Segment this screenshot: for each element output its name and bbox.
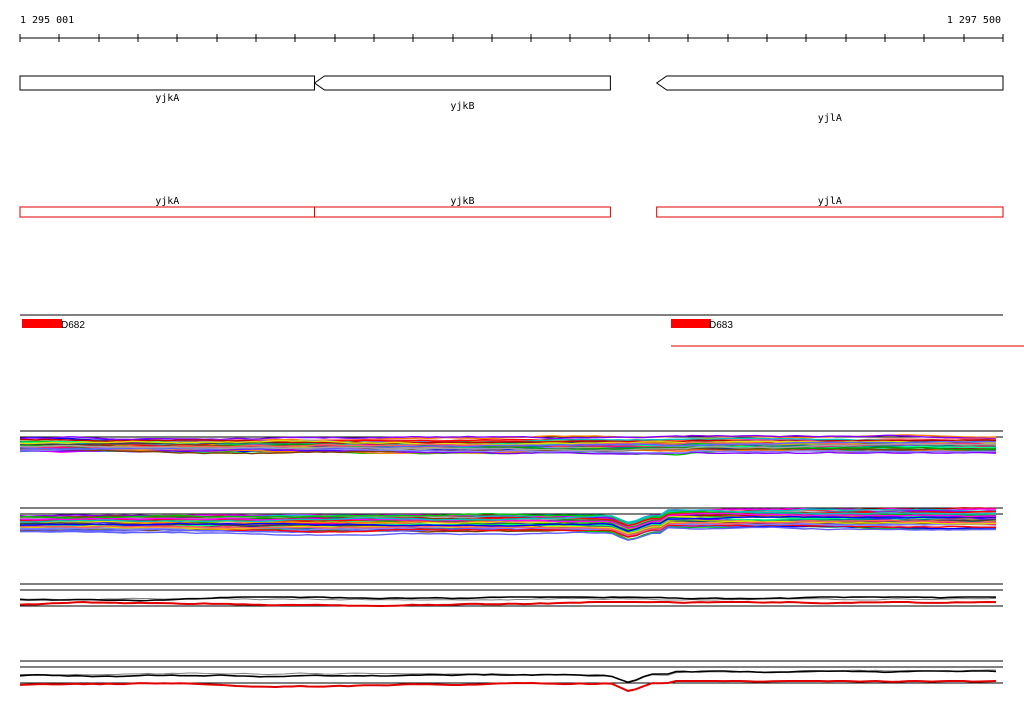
gene-yjla-box-shape[interactable] [656, 206, 1004, 218]
feature-d683-label: D683 [709, 320, 733, 331]
gene-yjkb-box[interactable]: yjkB [314, 196, 611, 218]
gene-yjka-arrow-label: yjkA [155, 93, 179, 104]
gene-yjla-arrow-label: yjlA [818, 113, 842, 124]
ruler-end-label: 1 297 500 [947, 15, 1001, 26]
track-4-red-profile [19, 679, 997, 692]
feature-d682[interactable]: D682 [22, 319, 85, 331]
ruler-start-label: 1 295 001 [20, 15, 74, 26]
gene-yjka-arrow-shape[interactable] [19, 75, 316, 91]
feature-d683[interactable]: D683 [671, 319, 733, 331]
expression-track-1 [19, 430, 1003, 456]
gene-yjla-arrow-shape[interactable] [655, 75, 1004, 91]
track-3-red-profile [19, 600, 997, 608]
gene-yjka-box-shape[interactable] [19, 206, 316, 218]
genome-browser-canvas: 1 295 001 1 297 500 yjkAyjkByjlA yjkA yjk… [19, 15, 1024, 692]
coordinate-ruler: 1 295 001 1 297 500 [19, 15, 1004, 42]
gene-yjkb-arrow-shape[interactable] [313, 75, 611, 91]
gene-yjla-box[interactable]: yjlA [656, 196, 1004, 218]
expression-track-3 [19, 583, 1003, 608]
gene-yjka-box[interactable]: yjkA [19, 196, 316, 218]
gene-yjkb-box-shape[interactable] [314, 206, 611, 218]
gene-yjkb-arrow[interactable]: yjkB [313, 75, 611, 112]
gene-box-track: yjkA yjkB yjlA [19, 196, 1004, 218]
gene-arrow-track: yjkA yjkB yjlA [19, 75, 1004, 124]
gene-yjka-box-label: yjkA [155, 196, 179, 207]
feature-track: D682 D683 [20, 314, 1024, 347]
gene-yjla-box-label: yjlA [818, 196, 842, 207]
feature-d683-bar[interactable] [671, 319, 711, 328]
feature-d682-bar[interactable] [22, 319, 62, 328]
gene-yjkb-box-label: yjkB [450, 196, 474, 207]
gene-yjla-arrow[interactable]: yjlA [655, 75, 1004, 124]
feature-d682-label: D682 [61, 320, 85, 331]
expression-track-4 [19, 660, 1003, 692]
gene-yjka-arrow[interactable]: yjkA [19, 75, 316, 104]
expression-track-2 [19, 507, 1003, 541]
gene-yjkb-arrow-label: yjkB [450, 101, 474, 112]
